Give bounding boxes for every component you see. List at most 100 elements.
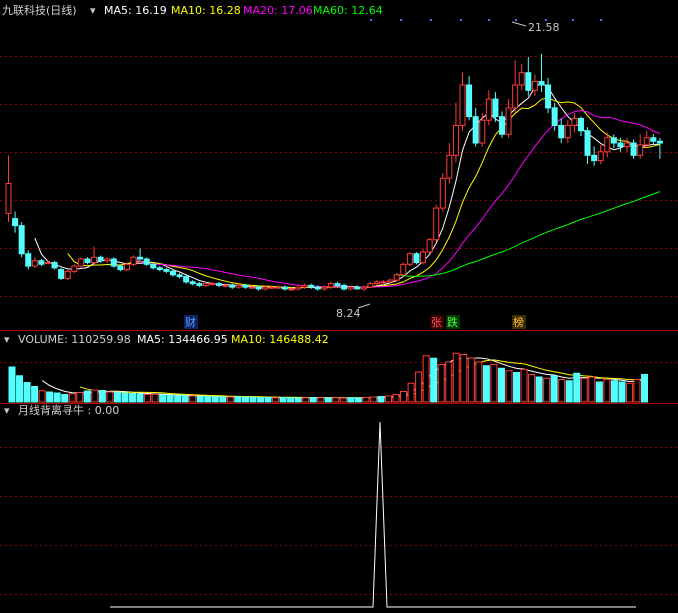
volume-bar [354,397,362,403]
candle-body [426,239,433,253]
volume-ma5-value: MA5: 134466.95 [137,333,228,346]
candle-body [268,286,275,289]
high-annotation: 21.58 [511,21,560,34]
candle-body [143,258,150,265]
volume-bar [520,369,528,403]
candle-body [321,286,328,290]
volume-bar [475,361,483,403]
candle-body [485,98,492,121]
volume-bar [588,376,596,403]
volume-bar [113,392,121,403]
marker-dot [430,19,432,21]
volume-bar [38,390,46,403]
volume-bar [159,394,167,403]
volume-bar [377,396,385,403]
volume-bar [452,352,460,403]
volume-bar [445,361,453,403]
candle-body [564,124,571,139]
indicator-series [110,421,636,608]
ma5-line [34,82,660,289]
volume-bar [68,393,76,403]
volume-bar [16,375,24,403]
candle-body [459,84,466,126]
candle-body [525,72,532,91]
volume-bar [641,373,649,403]
event-marker-zhang: 张 [431,316,442,329]
candle-body [38,260,45,265]
candle-body [472,116,479,144]
volume-bar [535,376,543,403]
candle-body [163,269,170,272]
high-pointer [511,21,527,27]
candlestick-series [5,53,663,291]
candle-body [545,84,552,109]
marker-dot [572,19,574,21]
candle-body [104,258,111,262]
volume-bar [128,393,136,403]
candle-body [222,284,229,287]
candle-body [406,253,413,265]
volume-bar [106,391,114,403]
candle-body [360,286,367,290]
candle-body [610,137,617,144]
candle-body [117,265,124,271]
candle-body [584,130,591,156]
candle-body [156,267,163,271]
candle-body [209,283,216,286]
volume-bar [83,390,91,403]
volume-bar [8,366,16,403]
candle-body [314,286,321,290]
candle-body [248,286,255,289]
candle-body [518,72,525,86]
event-marker-bang: 榜 [513,315,524,329]
volume-bar [204,396,212,403]
volume-bar [385,395,392,403]
candle-body [183,276,190,283]
candle-body [367,283,374,288]
candle-body [380,281,387,284]
candle-body [97,256,104,262]
stock-title: 九联科技(日线) [2,3,77,17]
event-marker-die: 跌 [447,315,458,329]
volume-bar [91,389,99,403]
candle-body [18,225,25,255]
candle-body [71,265,78,272]
ma20-line [133,109,661,288]
candle-body [202,283,209,286]
candle-body [373,281,380,285]
volume-bar [460,354,468,403]
candle-body [512,84,519,109]
volume-bars [8,352,649,403]
volume-bar [31,386,39,403]
candle-body [288,288,295,291]
candle-body [216,283,223,286]
candle-body [624,142,631,148]
candle-body [538,81,545,86]
marker-dot [370,19,372,21]
volume-bar [53,392,61,403]
candle-body [354,286,361,290]
candle-body [479,119,486,144]
volume-bar [61,394,69,403]
volume-bar [482,365,490,403]
volume-bar [467,357,475,403]
volume-bar [264,397,272,403]
ma60-value: MA60: 12.64 [313,4,383,17]
candle-body [571,117,578,126]
candle-body [413,253,420,264]
candle-body [656,140,663,144]
volume-bar [543,377,551,403]
volume-bar [309,397,317,403]
candle-body [505,107,512,135]
candle-body [334,283,341,286]
candle-body [439,177,446,209]
volume-bar [580,377,588,403]
volume-bar [211,396,219,403]
high-label: 21.58 [528,21,560,34]
candle-body [150,263,157,269]
candle-body [229,284,236,288]
event-marker-cai: 财 [185,315,196,329]
marker-dot [600,19,602,21]
ma20-value: MA20: 17.06 [243,4,313,17]
marker-dot [488,19,490,21]
